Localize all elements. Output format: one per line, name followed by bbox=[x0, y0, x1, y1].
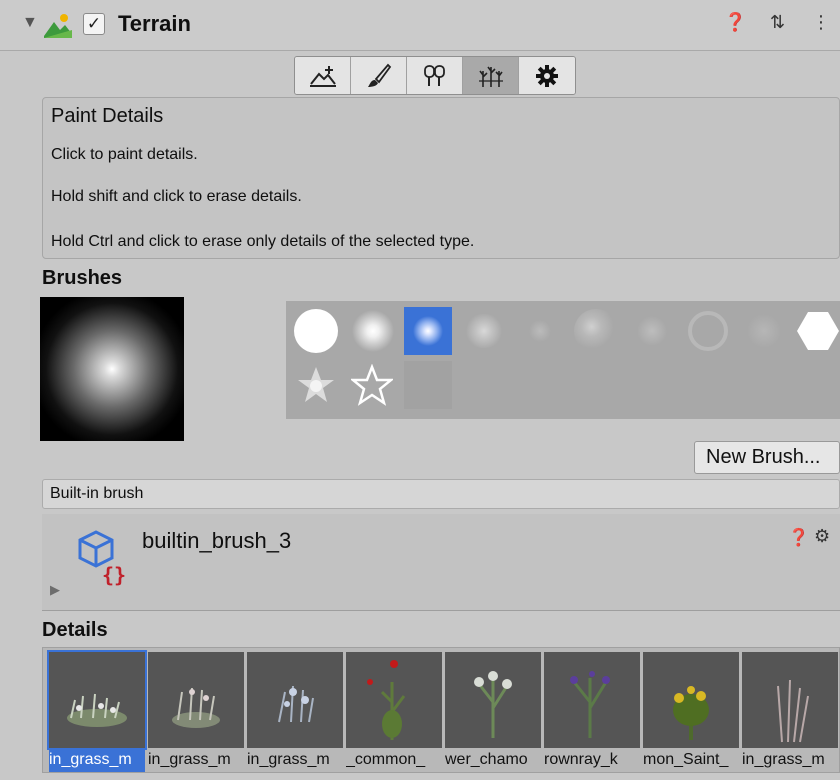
paint-details-tool-button[interactable] bbox=[463, 57, 519, 94]
grass-thumbnail-icon bbox=[278, 685, 314, 723]
terrain-settings-tool-button[interactable] bbox=[519, 57, 575, 94]
star-outline-icon bbox=[351, 364, 393, 406]
brush-preview bbox=[40, 297, 184, 441]
detail-thumbnail bbox=[643, 652, 739, 748]
paint-details-help-box: Paint Details Click to paint details. Ho… bbox=[42, 97, 840, 259]
paint-trees-tool-button[interactable] bbox=[407, 57, 463, 94]
detail-thumbnail bbox=[544, 652, 640, 748]
detail-item[interactable]: in_grass_m bbox=[247, 652, 343, 770]
foldout-arrow-icon[interactable]: ▼ bbox=[22, 14, 38, 32]
brush-hard-circle[interactable] bbox=[292, 307, 340, 355]
grass-thumbnail-icon bbox=[172, 687, 220, 728]
detail-item-label: in_grass_m bbox=[49, 748, 145, 772]
help-line-paint: Click to paint details. bbox=[51, 146, 198, 163]
brush-faint-splatter[interactable] bbox=[516, 307, 564, 355]
detail-item-label: mon_Saint_ bbox=[643, 751, 729, 768]
detail-item-label: _common_ bbox=[346, 751, 426, 768]
settings-gear-icon bbox=[536, 64, 558, 87]
grass-thumbnail-icon bbox=[67, 693, 127, 727]
terrain-icon bbox=[44, 14, 72, 38]
chamomile-thumbnail-icon bbox=[474, 671, 512, 738]
brush-soft-star[interactable] bbox=[292, 361, 340, 409]
raise-terrain-icon bbox=[309, 65, 336, 87]
detail-thumbnail bbox=[47, 650, 147, 750]
detail-thumbnail bbox=[445, 652, 541, 748]
paint-texture-tool-button[interactable] bbox=[351, 57, 407, 94]
detail-item[interactable]: in_grass_m bbox=[47, 650, 147, 772]
brush-soft-circle[interactable] bbox=[349, 307, 397, 355]
help-box-title: Paint Details bbox=[51, 105, 164, 127]
brush-cloud[interactable] bbox=[460, 307, 508, 355]
brush-asset-name: builtin_brush_3 bbox=[142, 528, 292, 553]
brush-grass-stroke[interactable] bbox=[740, 307, 788, 355]
new-brush-button[interactable]: New Brush... bbox=[694, 441, 840, 474]
asset-settings-icon[interactable]: ⚙ bbox=[814, 526, 830, 547]
svg-text:{}: {} bbox=[102, 563, 126, 587]
asset-help-icon[interactable]: ❓ bbox=[788, 528, 809, 548]
brush-rings[interactable] bbox=[684, 307, 732, 355]
soft-star-icon bbox=[298, 367, 334, 402]
component-enabled-checkbox[interactable]: ✓ bbox=[83, 13, 105, 35]
component-title: Terrain bbox=[118, 11, 191, 36]
terrain-component-header[interactable]: ▼ ✓ Terrain ❓ ⇅ ⋮ bbox=[0, 0, 840, 51]
detail-thumbnail bbox=[742, 652, 838, 748]
brush-asset-inspector: {} builtin_brush_3 ▶ ❓ ⚙ bbox=[42, 514, 840, 611]
detail-item[interactable]: in_grass_m bbox=[148, 652, 244, 770]
brush-star-outline[interactable] bbox=[348, 361, 396, 409]
detail-thumbnail bbox=[346, 652, 442, 748]
detail-item-label: in_grass_m bbox=[742, 751, 825, 768]
cornflower-thumbnail-icon bbox=[570, 671, 610, 738]
brush-noise[interactable] bbox=[628, 307, 676, 355]
brush-palette bbox=[286, 301, 840, 419]
help-line-erase-selected: Hold Ctrl and click to erase only detail… bbox=[51, 233, 475, 250]
brush-splatter[interactable] bbox=[572, 307, 620, 355]
paint-details-icon bbox=[478, 66, 503, 87]
brush-blank[interactable] bbox=[404, 361, 452, 409]
brushes-label: Brushes bbox=[42, 267, 123, 289]
detail-item[interactable]: mon_Saint_ bbox=[643, 652, 739, 770]
brush-builtin-3[interactable] bbox=[404, 307, 452, 355]
help-line-erase: Hold shift and click to erase details. bbox=[51, 188, 302, 205]
detail-item-label: rownray_k bbox=[544, 751, 618, 768]
detail-item[interactable]: _common_ bbox=[346, 652, 442, 770]
detail-prototypes-list: in_grass_m in_grass_m in_grass_m _common… bbox=[42, 647, 840, 773]
grass-stalks-thumbnail-icon bbox=[777, 679, 809, 743]
terrain-tool-toolbar bbox=[294, 56, 576, 95]
hexagon-icon bbox=[797, 312, 839, 350]
detail-thumbnail bbox=[148, 652, 244, 748]
detail-item[interactable]: wer_chamo bbox=[445, 652, 541, 770]
asset-foldout-icon[interactable]: ▶ bbox=[50, 582, 60, 598]
detail-item-label: wer_chamo bbox=[445, 751, 528, 768]
paint-brush-icon bbox=[367, 63, 391, 87]
context-menu-icon[interactable]: ⋮ bbox=[812, 12, 830, 33]
brush-source-label: Built-in brush bbox=[42, 479, 840, 509]
brush-hexagon[interactable] bbox=[794, 307, 840, 355]
detail-item-label: in_grass_m bbox=[247, 751, 330, 768]
details-label: Details bbox=[42, 619, 108, 641]
detail-thumbnail bbox=[247, 652, 343, 748]
poppy-thumbnail-icon bbox=[367, 660, 406, 740]
detail-item-label: in_grass_m bbox=[148, 751, 231, 768]
detail-item[interactable]: in_grass_m bbox=[742, 652, 838, 770]
raise-terrain-tool-button[interactable] bbox=[295, 57, 351, 94]
paint-trees-icon bbox=[423, 64, 445, 86]
detail-item[interactable]: rownray_k bbox=[544, 652, 640, 770]
script-asset-icon: {} bbox=[78, 530, 126, 587]
st-johns-wort-thumbnail-icon bbox=[673, 686, 709, 740]
presets-icon[interactable]: ⇅ bbox=[770, 12, 785, 33]
help-icon[interactable]: ❓ bbox=[724, 12, 746, 33]
